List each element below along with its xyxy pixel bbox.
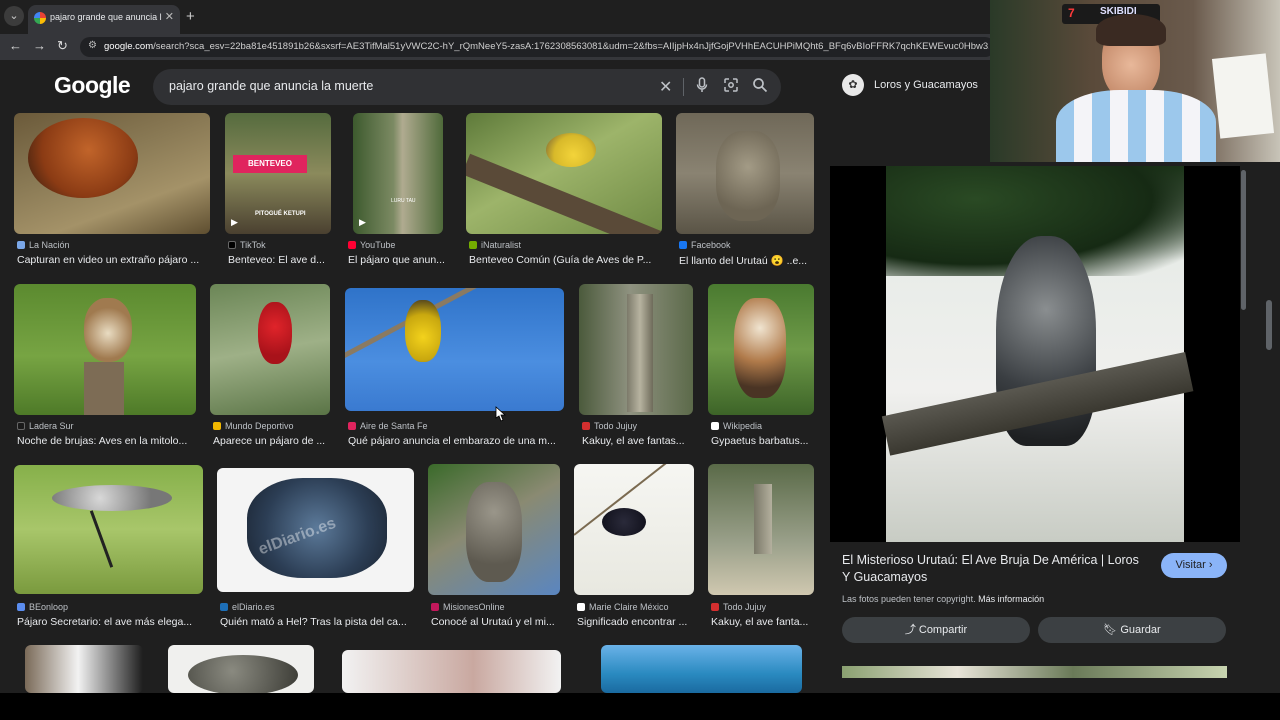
divider (683, 78, 684, 96)
forward-icon[interactable]: → (33, 38, 46, 53)
source-avatar-icon: ✿ (842, 74, 864, 96)
mic-icon[interactable] (696, 77, 708, 96)
result-source-15[interactable]: Todo Jujuy (711, 602, 766, 612)
result-image-14[interactable] (574, 464, 694, 595)
result-image-18[interactable] (342, 650, 561, 693)
result-caption-6[interactable]: Noche de brujas: Aves en la mitolo... (17, 435, 197, 447)
url-host: google.com (104, 41, 154, 52)
page-scrollbar[interactable] (1266, 300, 1272, 350)
mouse-cursor-icon (495, 406, 506, 422)
result-caption-14[interactable]: Significado encontrar ... (577, 616, 694, 628)
result-image-19[interactable] (601, 645, 802, 693)
play-icon: ▶ (231, 217, 238, 227)
result-image-3[interactable]: LURU TAU ▶ (353, 113, 443, 234)
more-info-link[interactable]: Más información (978, 594, 1044, 604)
bottom-black-bar (0, 693, 1280, 720)
share-button[interactable]: ⤴ Compartir (842, 617, 1030, 643)
result-image-15[interactable] (708, 464, 814, 595)
result-image-7[interactable] (210, 284, 330, 415)
result-caption-12[interactable]: Quién mató a Hel? Tras la pista del ca..… (220, 616, 412, 628)
close-icon[interactable]: ✕ (165, 10, 174, 23)
search-input[interactable]: pajaro grande que anuncia la muerte (169, 79, 373, 93)
result-source-6[interactable]: Ladera Sur (17, 421, 74, 431)
result-caption-10[interactable]: Gypaetus barbatus... (711, 435, 814, 447)
panel-scrollbar[interactable] (1241, 170, 1246, 310)
result-source-12[interactable]: elDiario.es (220, 602, 275, 612)
site-info-icon[interactable]: ⚙ (88, 40, 97, 51)
result-image-6[interactable] (14, 284, 196, 415)
bookmark-icon: 🔖︎ (1103, 624, 1118, 636)
overlay-label: BENTEVEO (233, 155, 307, 173)
result-source-11[interactable]: BEonloop (17, 602, 68, 612)
result-source-4[interactable]: iNaturalist (469, 240, 521, 250)
url-text[interactable]: google.com/search?sca_esv=22ba81e451891b… (104, 41, 989, 52)
result-source-10[interactable]: Wikipedia (711, 421, 762, 431)
result-image-2[interactable]: BENTEVEO PITOGUÉ KETUPI ▶ (225, 113, 331, 234)
result-caption-1[interactable]: Capturan en video un extraño pájaro ... (17, 254, 207, 266)
clear-icon[interactable]: ✕ (659, 77, 672, 97)
share-icon: ⤴ (904, 624, 916, 636)
url-bar[interactable]: ⚙ google.com/search?sca_esv=22ba81e45189… (80, 37, 995, 57)
result-source-2[interactable]: TikTok (228, 240, 266, 250)
panel-preview-image[interactable]: ⌗ (830, 166, 1240, 630)
tab-title: pajaro grande que anuncia la m (50, 12, 162, 22)
panel-title[interactable]: El Misterioso Urutaú: El Ave Bruja De Am… (842, 552, 1142, 586)
overlay-label-3: LURU TAU (391, 198, 416, 204)
result-source-9[interactable]: Todo Jujuy (582, 421, 637, 431)
overlay-label-2: PITOGUÉ KETUPI (255, 211, 306, 217)
result-image-12[interactable]: elDiario.es (217, 468, 414, 592)
new-tab-icon[interactable]: + (186, 8, 195, 25)
result-image-11[interactable] (14, 465, 203, 594)
result-caption-3[interactable]: El pájaro que anun... (348, 254, 448, 266)
result-image-4[interactable] (466, 113, 662, 234)
led-sign: 7 (1068, 6, 1075, 20)
save-button[interactable]: 🔖︎ Guardar (1038, 617, 1226, 643)
result-caption-2[interactable]: Benteveo: El ave d... (228, 254, 328, 266)
search-box[interactable]: pajaro grande que anuncia la muerte ✕ (153, 69, 781, 105)
visit-button[interactable]: Visitar › (1161, 553, 1227, 578)
google-favicon-icon (34, 12, 46, 24)
result-image-5[interactable] (676, 113, 814, 234)
result-source-14[interactable]: Marie Claire México (577, 602, 669, 612)
result-caption-13[interactable]: Conocé al Urutaú y el mi... (431, 616, 559, 628)
result-source-3[interactable]: YouTube (348, 240, 395, 250)
result-image-16[interactable] (25, 645, 143, 693)
result-source-13[interactable]: MisionesOnline (431, 602, 505, 612)
result-caption-15[interactable]: Kakuy, el ave fanta... (711, 616, 814, 628)
result-caption-5[interactable]: El llanto del Urutaú 😮 ..e... (679, 254, 814, 267)
result-image-9[interactable] (579, 284, 693, 415)
result-source-1[interactable]: La Nación (17, 240, 70, 250)
result-caption-8[interactable]: Qué pájaro anuncia el embarazo de una m.… (348, 435, 563, 447)
google-logo[interactable]: Google (54, 72, 131, 99)
webcam-overlay: 7 SKIBIDI (990, 0, 1280, 162)
reload-icon[interactable]: ↻ (57, 38, 68, 54)
panel-source[interactable]: ✿ Loros y Guacamayos (842, 74, 978, 96)
play-icon: ▶ (359, 217, 366, 227)
result-caption-9[interactable]: Kakuy, el ave fantas... (582, 435, 692, 447)
related-images-strip[interactable] (842, 666, 1227, 678)
copyright-note: Las fotos pueden tener copyright. Más in… (842, 594, 1045, 604)
browser-tab[interactable]: pajaro grande que anuncia la m ✕ (28, 5, 180, 34)
result-image-1[interactable] (14, 113, 210, 234)
result-image-13[interactable] (428, 464, 560, 595)
result-source-5[interactable]: Facebook (679, 240, 731, 250)
result-image-8[interactable] (345, 288, 564, 411)
tab-dropdown-icon[interactable]: ⌄ (4, 6, 24, 26)
result-image-10[interactable] (708, 284, 814, 415)
result-caption-11[interactable]: Pájaro Secretario: el ave más elega... (17, 616, 202, 628)
result-image-17[interactable] (168, 645, 314, 693)
url-path: /search?sca_esv=22ba81e451891b26&sxsrf=A… (153, 41, 989, 52)
result-source-7[interactable]: Mundo Deportivo (213, 421, 294, 431)
result-caption-7[interactable]: Aparece un pájaro de ... (213, 435, 328, 447)
back-icon[interactable]: ← (9, 38, 22, 53)
result-source-8[interactable]: Aire de Santa Fe (348, 421, 428, 431)
lens-icon[interactable] (723, 77, 739, 96)
search-icon[interactable] (752, 77, 768, 96)
result-caption-4[interactable]: Benteveo Común (Guía de Aves de P... (469, 254, 659, 266)
